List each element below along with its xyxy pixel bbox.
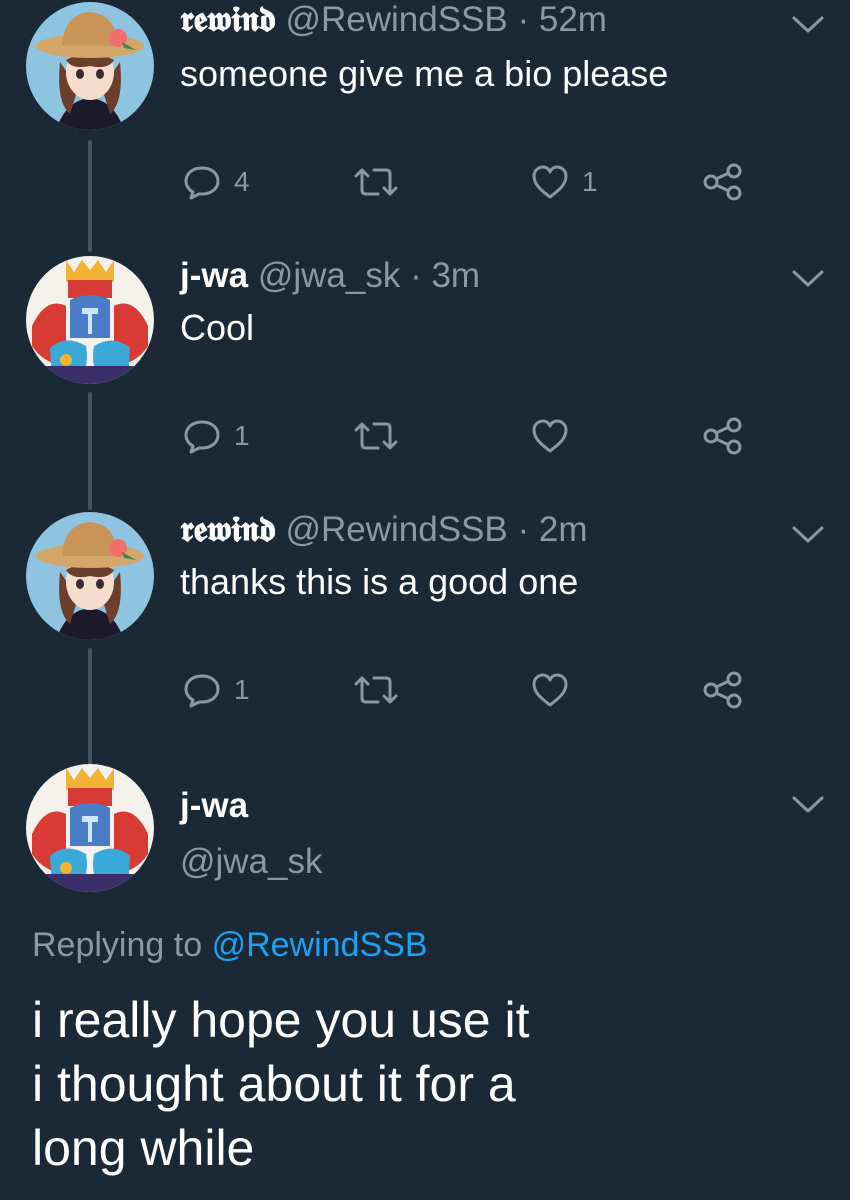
chevron-down-icon[interactable] [790,14,826,36]
replying-prefix: Replying to [32,926,203,964]
like-count: 1 [582,166,598,197]
thread-line [88,648,92,766]
retweet-button[interactable] [352,162,400,202]
mention-link[interactable]: @RewindSSB [212,926,428,964]
share-button[interactable] [702,416,744,456]
reply-button[interactable]: 1 [182,670,250,710]
like-button[interactable] [530,670,582,710]
display-name[interactable]: j-wa [180,256,248,295]
avatar[interactable] [26,512,154,640]
reply-icon [184,166,220,200]
display-name[interactable]: 𝖗𝖊𝖜𝖎𝖓𝖉 [180,0,276,40]
username[interactable]: @jwa_sk [258,256,401,295]
reply-button[interactable]: 4 [182,162,250,202]
display-name[interactable]: 𝖗𝖊𝖜𝖎𝖓𝖉 [180,509,276,550]
chevron-down-icon[interactable] [790,268,826,290]
reply-count: 1 [234,420,250,451]
chevron-down-icon[interactable] [790,794,826,816]
display-name[interactable]: j-wa [180,788,248,823]
reply-icon [184,420,220,454]
username[interactable]: @RewindSSB [285,510,507,549]
tweet-header: 𝖗𝖊𝖜𝖎𝖓𝖉 @RewindSSB · 52m [180,2,607,37]
tweet-header: 𝖗𝖊𝖜𝖎𝖓𝖉 @RewindSSB · 2m [180,512,587,547]
thread-line [88,140,92,252]
share-icon [703,163,742,201]
timestamp[interactable]: 3m [431,256,480,295]
thread-line [88,392,92,510]
share-button[interactable] [702,162,744,202]
reply-icon [184,674,220,708]
separator: · [410,256,422,295]
like-icon [532,165,568,199]
reply-count: 1 [234,674,250,705]
retweet-icon [354,676,398,704]
tweet-text: someone give me a bio please [180,53,669,94]
username[interactable]: @jwa_sk [180,844,323,879]
reply-count: 4 [234,166,250,197]
tweet-text: Cool [180,307,255,348]
share-button[interactable] [702,670,744,710]
username[interactable]: @RewindSSB [285,0,507,39]
like-button[interactable] [530,416,582,456]
like-icon [532,419,568,453]
tweet-text: i really hope you use it i thought about… [32,988,832,1180]
retweet-button[interactable] [352,416,400,456]
retweet-icon [354,168,398,196]
like-icon [532,673,568,707]
avatar[interactable] [26,256,154,384]
tweet-header: j-wa @jwa_sk · 3m [180,258,480,293]
chevron-down-icon[interactable] [790,524,826,546]
avatar[interactable] [26,2,154,130]
retweet-button[interactable] [352,670,400,710]
timestamp[interactable]: 52m [539,0,607,39]
tweet-text-line: long while [32,1120,255,1176]
share-icon [703,671,742,709]
tweet-text-line: i really hope you use it [32,992,530,1048]
separator: · [517,510,530,549]
replying-to: Replying to @RewindSSB [32,928,428,962]
reply-button[interactable]: 1 [182,416,250,456]
avatar[interactable] [26,764,154,892]
tweet-text-line: i thought about it for a [32,1056,516,1112]
like-button[interactable]: 1 [530,162,598,202]
separator: · [517,0,530,39]
tweet-text: thanks this is a good one [180,561,579,602]
share-icon [703,417,742,455]
retweet-icon [354,422,398,450]
timestamp[interactable]: 2m [539,510,588,549]
